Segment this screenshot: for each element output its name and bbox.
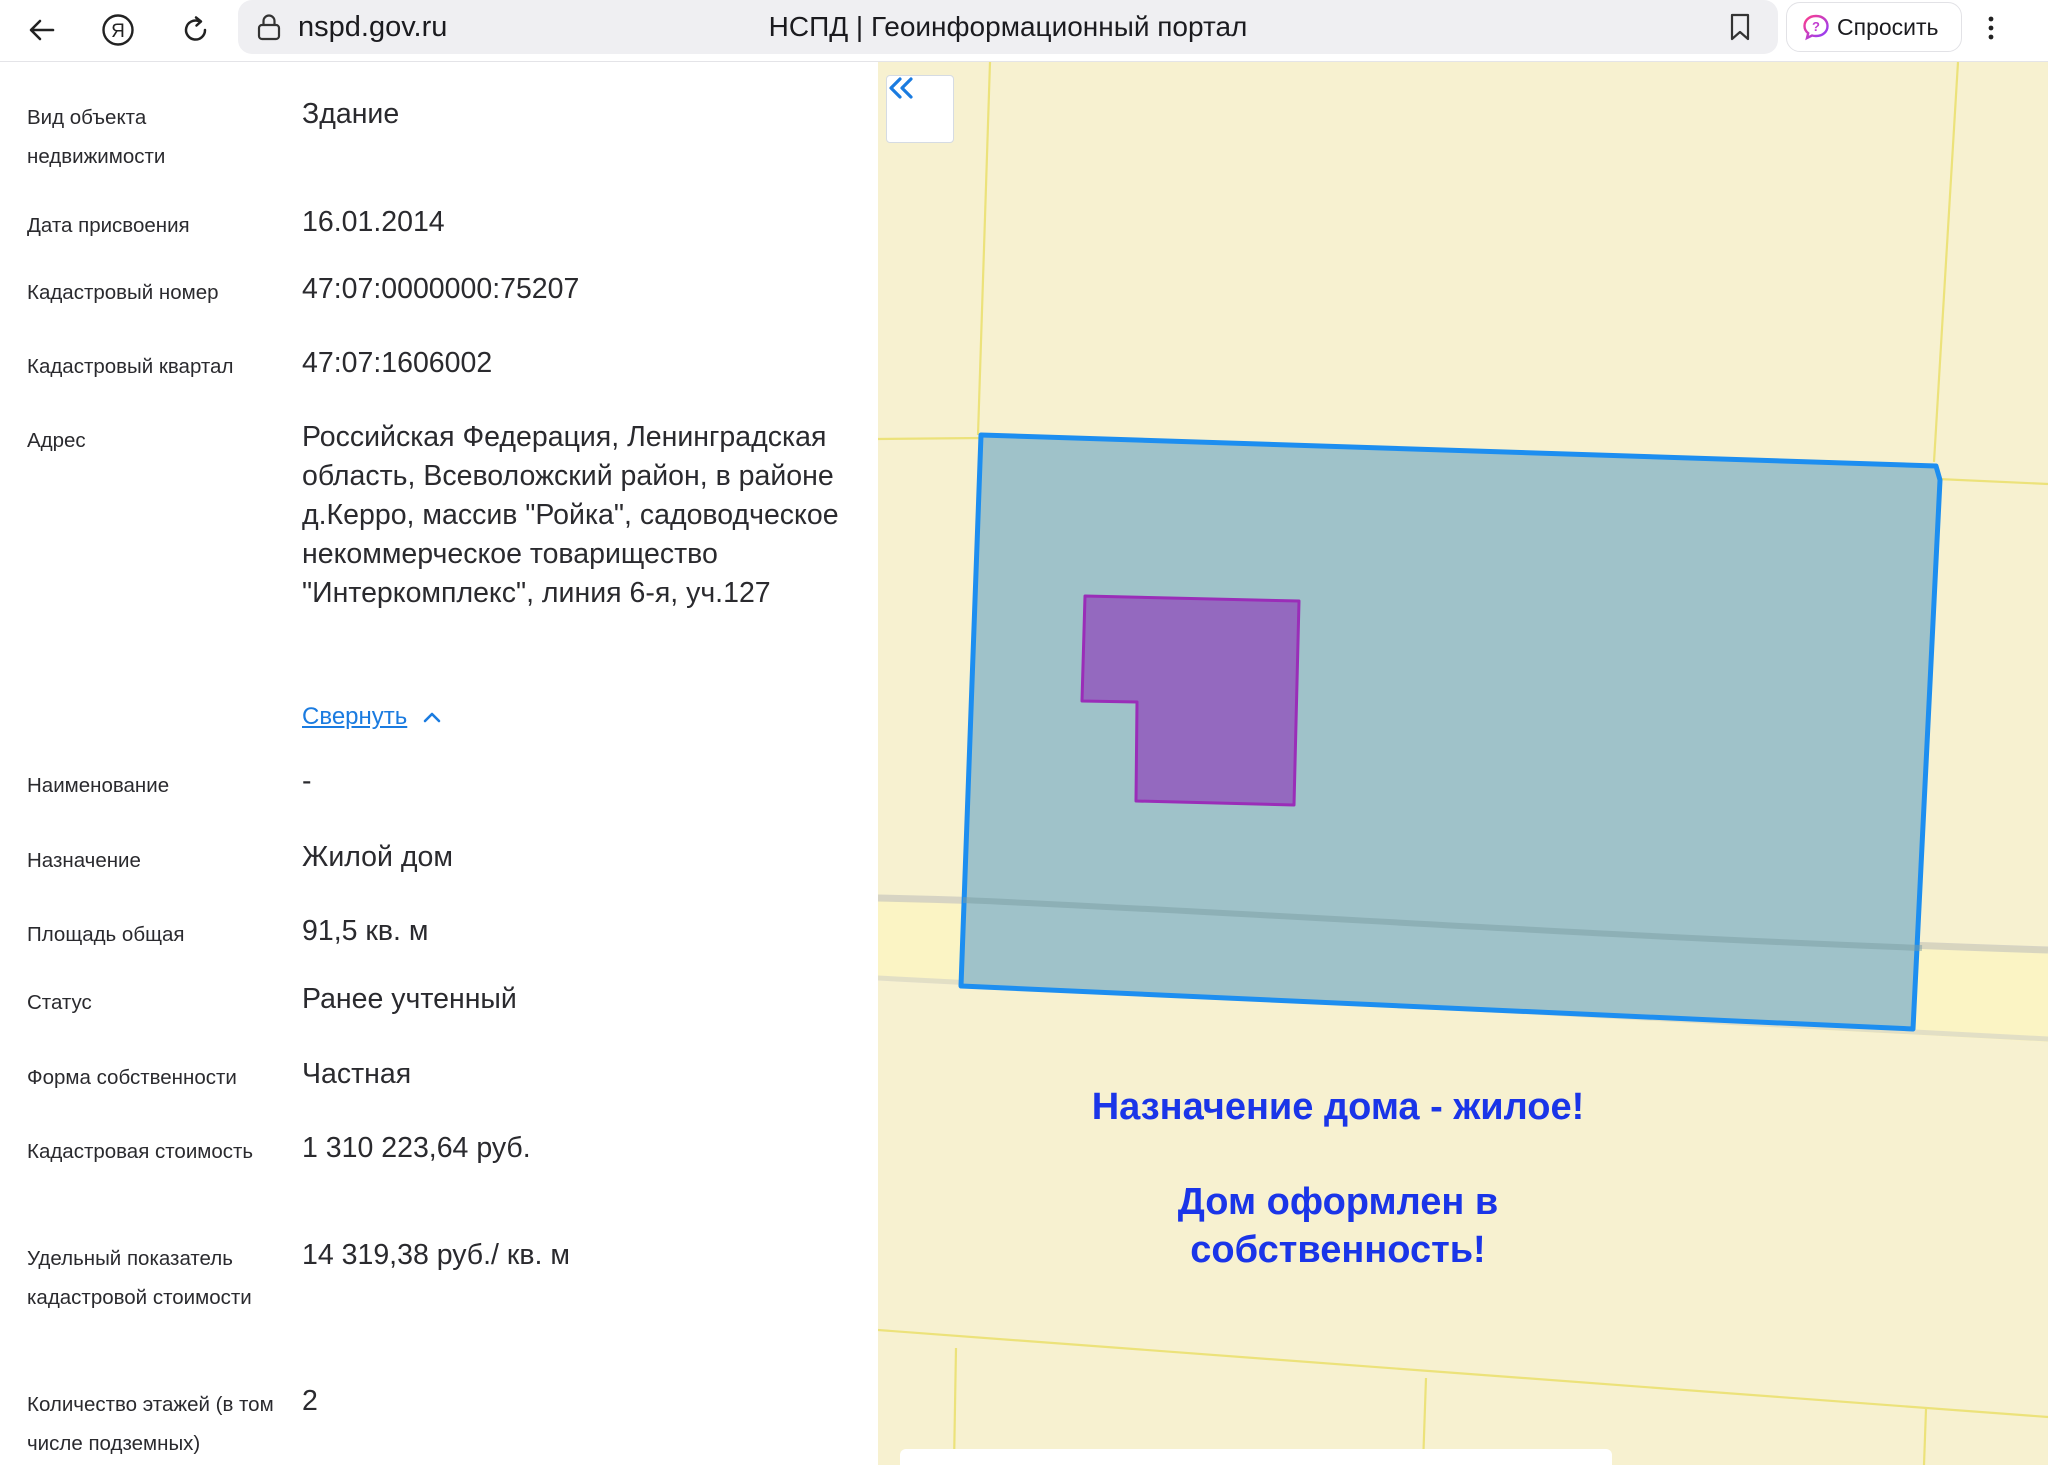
reload-button[interactable] [174,8,218,52]
property-label-cadastral-number: Кадастровый номер [27,281,219,304]
property-label-unit-value: Удельный показатель кадастровой стоимост… [27,1247,252,1309]
ask-label: Спросить [1837,13,1939,40]
property-label-cadastral-quarter: Кадастровый квартал [27,355,234,378]
property-value-purpose: Жилой дом [302,841,453,873]
property-label-ownership: Форма собственности [27,1066,237,1089]
property-label-area: Площадь общая [27,923,185,946]
property-value-unit-value: 14 319,38 руб./ кв. м [302,1239,570,1271]
property-value-status: Ранее учтенный [302,983,517,1015]
chevron-up-icon [423,712,441,723]
property-label-name: Наименование [27,774,170,797]
property-label-floors: Количество этажей (в том числе подземных… [27,1393,274,1455]
property-label-status: Статус [27,991,92,1014]
bottom-panel-edge [900,1449,1612,1465]
double-chevron-left-icon [889,77,913,99]
map-annotation-ownership-line2: собственность! [1190,1229,1486,1271]
address-bar[interactable]: nspd.gov.ru НСПД | Геоинформационный пор… [238,0,1778,54]
object-info-panel: Вид объекта недвижимости Здание Дата при… [0,62,878,1465]
map-annotation-purpose: Назначение дома - жилое! [1091,1086,1585,1128]
property-label-assign-date: Дата присвоения [27,214,190,237]
property-value-cadastral-quarter: 47:07:1606002 [302,347,493,379]
property-value-object-type: Здание [302,98,400,130]
bookmark-icon[interactable] [1728,12,1752,47]
reload-icon [184,16,207,41]
svg-text:Я: Я [111,21,125,42]
property-value-cadastral-number: 47:07:0000000:75207 [302,273,580,305]
back-button[interactable] [20,8,64,52]
ask-ai-icon: ? [1803,14,1829,41]
property-label-cadastral-value: Кадастровая стоимость [27,1140,254,1163]
yandex-logo-icon: Я [102,14,134,46]
svg-text:?: ? [1812,19,1820,34]
property-value-assign-date: 16.01.2014 [302,206,445,238]
map-view[interactable]: Назначение дома - жилое! Дом оформлен в … [878,62,2048,1465]
map-annotation-ownership-line1: Дом оформлен в [1177,1181,1499,1223]
page-title: НСПД | Геоинформационный портал [768,11,1248,42]
property-value-name: - [302,765,312,797]
property-value-floors: 2 [302,1385,318,1417]
ask-button[interactable]: ? Спросить [1786,2,1962,52]
collapse-address-link[interactable]: Свернуть [302,703,441,731]
property-label-object-type: Вид объекта недвижимости [27,106,166,168]
property-value-cadastral-value: 1 310 223,64 руб. [302,1132,531,1164]
property-label-purpose: Назначение [27,849,141,872]
property-value-ownership: Частная [302,1058,412,1090]
browser-toolbar: Я nspd.gov.ru НСПД | Геоинформационный п… [0,0,2048,62]
back-arrow-icon [29,19,55,41]
property-value-area: 91,5 кв. м [302,915,429,947]
more-vert-icon [1988,16,1994,40]
property-label-address: Адрес [27,429,86,452]
yandex-button[interactable]: Я [96,8,140,52]
collapse-label: Свернуть [302,703,408,730]
collapse-panel-button[interactable] [886,75,954,143]
property-value-address: Российская Федерация, Ленинградская обла… [302,421,839,609]
browser-menu-button[interactable] [1966,6,2016,50]
